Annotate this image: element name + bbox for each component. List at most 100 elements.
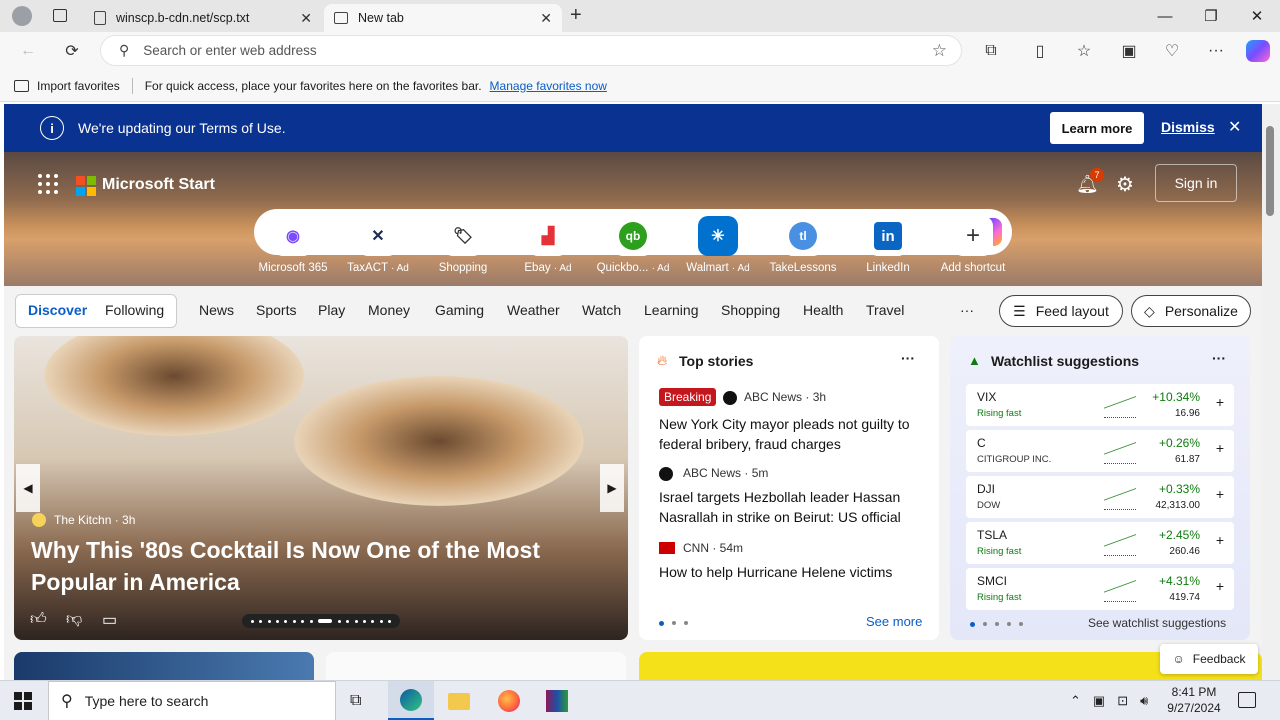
task-view-icon[interactable]: ⧉ <box>350 692 361 710</box>
pager-dots[interactable] <box>659 621 688 626</box>
tab-new-tab[interactable]: New tab ✕ <box>324 4 562 32</box>
story-headline[interactable]: New York City mayor pleads not guilty to… <box>659 414 927 454</box>
shortcut-microsoft-365[interactable]: ◉ Microsoft 365 <box>251 216 335 274</box>
dislike-icon[interactable]: 👎︎ <box>66 610 82 629</box>
pager-dots[interactable] <box>970 622 1023 627</box>
split-screen-icon[interactable]: ▯ <box>1026 38 1054 64</box>
tab-discover[interactable]: Discover <box>28 302 87 318</box>
ticker-row[interactable]: C CITIGROUP INC. +0.26% 61.87 + <box>966 430 1234 472</box>
shortcut-walmart[interactable]: ✳ Walmart · Ad <box>676 216 760 274</box>
like-icon[interactable]: 👍︎ <box>30 610 47 629</box>
story-card[interactable] <box>14 652 314 680</box>
import-favorites-button[interactable]: Import favorites <box>37 79 120 93</box>
carousel-dots[interactable] <box>242 614 400 628</box>
favorite-star-icon[interactable]: ☆ <box>932 41 947 61</box>
story-headline[interactable]: Israel targets Hezbollah leader Hassan N… <box>659 487 927 527</box>
feedback-button[interactable]: ☺ Feedback <box>1160 644 1258 674</box>
category-money[interactable]: Money <box>368 302 410 318</box>
add-ticker-icon[interactable]: + <box>1216 486 1224 502</box>
story-card[interactable] <box>326 652 626 680</box>
browser-essentials-icon[interactable]: ♡ <box>1158 38 1186 64</box>
file-explorer-icon[interactable] <box>448 693 470 710</box>
ticker-row[interactable]: TSLA Rising fast +2.45% 260.46 + <box>966 522 1234 564</box>
taskbar-search-box[interactable]: ⚲ Type here to search <box>48 681 336 720</box>
shortcut-takelessons[interactable]: tl TakeLessons <box>761 216 845 274</box>
system-tray[interactable]: ⌃ ▣ ⊡ 🔊︎ <box>1070 693 1148 709</box>
minimize-button[interactable]: — <box>1142 0 1188 32</box>
category-weather[interactable]: Weather <box>507 302 560 318</box>
next-arrow[interactable]: ▶ <box>600 464 624 512</box>
brand-name[interactable]: Microsoft Start <box>102 176 215 194</box>
more-options-icon[interactable]: ··· <box>901 350 915 366</box>
category-sports[interactable]: Sports <box>256 302 296 318</box>
feed-layout-button[interactable]: ☰ Feed layout <box>999 295 1123 327</box>
close-tab-icon[interactable]: ✕ <box>540 10 552 27</box>
vertical-scrollbar[interactable] <box>1262 104 1280 680</box>
category-gaming[interactable]: Gaming <box>435 302 484 318</box>
app-launcher-icon[interactable] <box>38 174 58 194</box>
tab-following[interactable]: Following <box>105 302 164 318</box>
extensions-icon[interactable]: ⧉ <box>977 38 1005 64</box>
see-watchlist-link[interactable]: See watchlist suggestions <box>1088 616 1226 630</box>
copilot-icon[interactable] <box>1246 40 1270 62</box>
shortcut-add[interactable]: + Add shortcut <box>931 216 1015 274</box>
category-news[interactable]: News <box>199 302 234 318</box>
hero-story-card[interactable]: ◀ ▶ The Kitchn · 3h Why This '80s Cockta… <box>14 336 628 640</box>
ticker-row[interactable]: DJI DOW +0.33% 42,313.00 + <box>966 476 1234 518</box>
address-bar[interactable]: ⚲ Search or enter web address ☆ <box>100 35 962 66</box>
notification-center-icon[interactable] <box>1238 692 1256 708</box>
sign-in-button[interactable]: Sign in <box>1155 164 1237 202</box>
close-banner-icon[interactable]: ✕ <box>1228 117 1241 137</box>
back-button[interactable]: ← <box>14 38 42 64</box>
add-ticker-icon[interactable]: + <box>1216 440 1224 456</box>
settings-gear-icon[interactable]: ⚙ <box>1116 172 1134 197</box>
add-ticker-icon[interactable]: + <box>1216 394 1224 410</box>
shortcut-ebay[interactable]: ▟ Ebay · Ad <box>506 216 590 274</box>
category-learning[interactable]: Learning <box>644 302 699 318</box>
windows-start-icon[interactable] <box>14 692 32 710</box>
previous-arrow[interactable]: ◀ <box>16 464 40 512</box>
add-ticker-icon[interactable]: + <box>1216 578 1224 594</box>
clock[interactable]: 8:41 PM 9/27/2024 <box>1158 684 1230 716</box>
winrar-icon[interactable] <box>546 690 568 712</box>
add-ticker-icon[interactable]: + <box>1216 532 1224 548</box>
more-options-icon[interactable]: ··· <box>1212 350 1226 366</box>
ticker-row[interactable]: VIX Rising fast +10.34% 16.96 + <box>966 384 1234 426</box>
category-play[interactable]: Play <box>318 302 345 318</box>
ticker-row[interactable]: SMCI Rising fast +4.31% 419.74 + <box>966 568 1234 610</box>
see-more-link[interactable]: See more <box>866 614 922 629</box>
network-icon[interactable]: ⊡ <box>1117 693 1128 709</box>
dismiss-link[interactable]: Dismiss <box>1161 119 1215 135</box>
refresh-button[interactable]: ⟳ <box>58 38 86 64</box>
story-headline[interactable]: How to help Hurricane Helene victims <box>659 562 927 582</box>
new-tab-button[interactable]: + <box>570 4 590 28</box>
collections-icon[interactable]: ▣ <box>1115 38 1143 64</box>
shortcut-shopping[interactable]: 🏷︎ Shopping <box>421 216 505 274</box>
firefox-icon[interactable] <box>498 690 520 712</box>
close-tab-icon[interactable]: ✕ <box>300 10 312 27</box>
settings-menu-icon[interactable]: ··· <box>1202 38 1230 64</box>
tab-winscp[interactable]: winscp.b-cdn.net/scp.txt ✕ <box>84 4 322 32</box>
shortcut-linkedin[interactable]: in LinkedIn <box>846 216 930 274</box>
device-icon[interactable]: ▣ <box>1093 693 1105 709</box>
chevron-up-icon[interactable]: ⌃ <box>1070 693 1081 709</box>
more-categories-button[interactable]: ··· <box>960 302 974 318</box>
learn-more-button[interactable]: Learn more <box>1050 112 1144 144</box>
profile-icon[interactable] <box>12 6 32 26</box>
favorites-icon[interactable]: ☆ <box>1070 38 1098 64</box>
personalize-button[interactable]: ◇ Personalize <box>1131 295 1251 327</box>
comment-icon[interactable]: ▭ <box>102 610 117 630</box>
category-watch[interactable]: Watch <box>582 302 621 318</box>
shortcut-taxact[interactable]: ✕ TaxACT · Ad <box>336 216 420 274</box>
category-health[interactable]: Health <box>803 302 843 318</box>
category-shopping[interactable]: Shopping <box>721 302 780 318</box>
edge-taskbar-icon[interactable] <box>388 681 434 720</box>
category-travel[interactable]: Travel <box>866 302 904 318</box>
story-headline[interactable]: Why This '80s Cocktail Is Now One of the… <box>31 534 591 598</box>
manage-favorites-link[interactable]: Manage favorites now <box>490 79 607 93</box>
close-window-button[interactable]: ✕ <box>1234 0 1280 32</box>
shortcut-quickbooks[interactable]: qb Quickbo... · Ad <box>591 216 675 274</box>
scroll-thumb[interactable] <box>1266 126 1274 216</box>
tab-actions-icon[interactable] <box>53 9 67 22</box>
volume-icon[interactable]: 🔊︎ <box>1140 693 1148 709</box>
